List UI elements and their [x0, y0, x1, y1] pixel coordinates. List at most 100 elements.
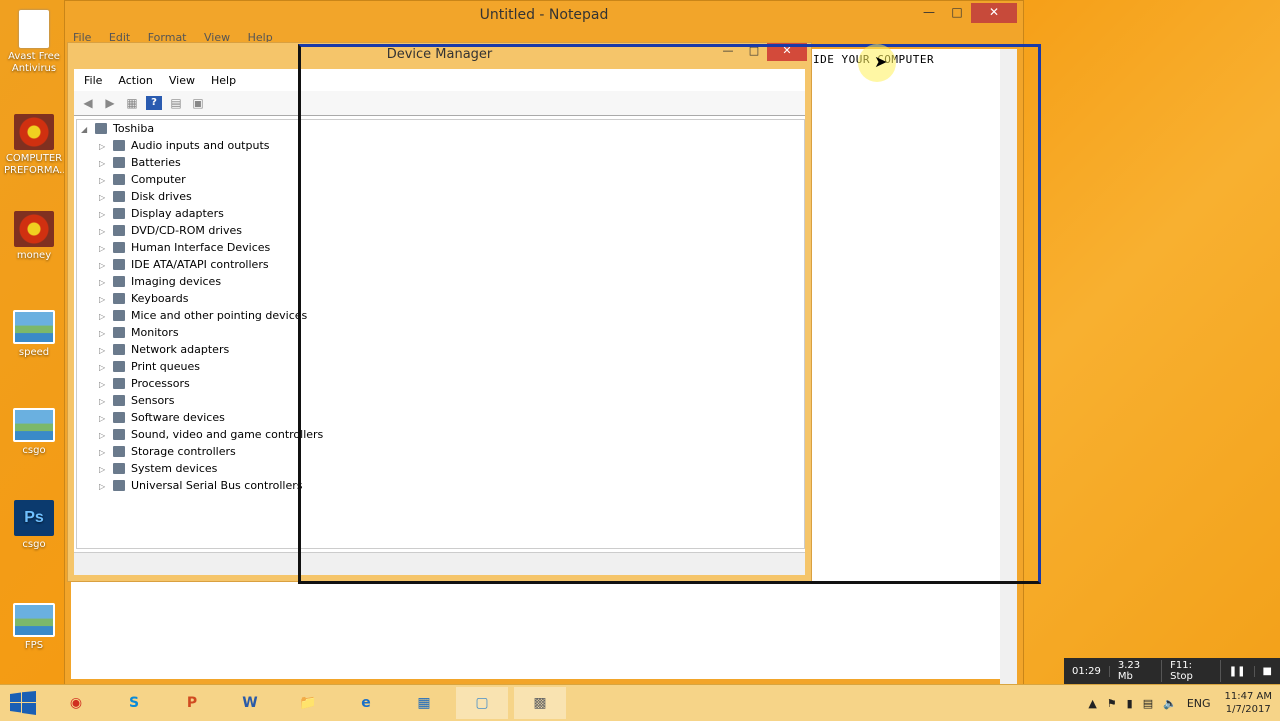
- device-manager-window[interactable]: Device Manager — □ ✕ File Action View He…: [67, 42, 812, 582]
- expand-arrow-icon[interactable]: ▷: [99, 189, 113, 206]
- close-button[interactable]: ✕: [971, 3, 1017, 23]
- device-manager-taskbar-icon[interactable]: ▩: [514, 687, 566, 719]
- skype-icon[interactable]: S: [108, 687, 160, 719]
- scan-hardware-icon[interactable]: ▣: [190, 96, 206, 110]
- tree-root[interactable]: ◢ Toshiba: [81, 120, 154, 137]
- tree-item-disk-drives[interactable]: ▷ Disk drives: [99, 188, 192, 205]
- view-icon[interactable]: ▤: [168, 96, 184, 110]
- expand-arrow-icon[interactable]: ▷: [99, 291, 113, 308]
- expand-arrow-icon[interactable]: ▷: [99, 444, 113, 461]
- tree-item-system-devices[interactable]: ▷ System devices: [99, 460, 217, 477]
- menu-action[interactable]: Action: [118, 74, 152, 87]
- menu-view[interactable]: View: [169, 74, 195, 87]
- tree-item-imaging[interactable]: ▷ Imaging devices: [99, 273, 221, 290]
- processor-icon: [113, 378, 125, 389]
- show-hidden-icons-icon[interactable]: ▲: [1088, 697, 1096, 710]
- expand-arrow-icon[interactable]: ▷: [99, 478, 113, 495]
- desktop-icon-label: FPS: [24, 640, 44, 651]
- tree-item-dvd[interactable]: ▷ DVD/CD-ROM drives: [99, 222, 242, 239]
- tree-item-computer[interactable]: ▷ Computer: [99, 171, 186, 188]
- expand-arrow-icon[interactable]: ▷: [99, 427, 113, 444]
- computer-icon: [95, 123, 107, 134]
- device-tree[interactable]: ◢ Toshiba ▷ Audio inputs and outputs ▷ Batt…: [76, 119, 805, 549]
- properties-icon[interactable]: ▦: [124, 96, 140, 110]
- expand-arrow-icon[interactable]: ▷: [99, 240, 113, 257]
- display-icon: [113, 208, 125, 219]
- minimize-button[interactable]: —: [915, 3, 943, 23]
- desktop-icon-computer-performance[interactable]: COMPUTER PREFORMA...: [4, 114, 69, 177]
- menu-help[interactable]: Help: [211, 74, 236, 87]
- tree-item-display-adapters[interactable]: ▷ Display adapters: [99, 205, 224, 222]
- minimize-button[interactable]: —: [715, 43, 741, 61]
- expand-arrow-icon[interactable]: ▷: [99, 223, 113, 240]
- volume-icon[interactable]: 🔈: [1163, 697, 1177, 710]
- expand-arrow-icon[interactable]: ▷: [99, 257, 113, 274]
- expand-arrow-icon[interactable]: ▷: [99, 393, 113, 410]
- back-arrow-icon[interactable]: ◀: [80, 96, 96, 110]
- battery-tray-icon[interactable]: ▮: [1127, 697, 1133, 710]
- desktop-icon-csgo-psd[interactable]: Ps csgo: [4, 500, 64, 551]
- tree-item-audio[interactable]: ▷ Audio inputs and outputs: [99, 137, 270, 154]
- expand-arrow-icon[interactable]: ▷: [99, 172, 113, 189]
- tree-item-sensors[interactable]: ▷ Sensors: [99, 392, 174, 409]
- pause-icon[interactable]: ❚❚: [1221, 665, 1255, 677]
- expand-arrow-icon[interactable]: ▷: [99, 376, 113, 393]
- expand-arrow-icon[interactable]: ▷: [99, 461, 113, 478]
- notepad-taskbar-icon[interactable]: ▢: [456, 687, 508, 719]
- tree-item-software-devices[interactable]: ▷ Software devices: [99, 409, 225, 426]
- flag-icon[interactable]: ⚑: [1107, 697, 1117, 710]
- chrome-icon[interactable]: ◉: [50, 687, 102, 719]
- maximize-button[interactable]: □: [943, 3, 971, 23]
- internet-explorer-icon[interactable]: e: [340, 687, 392, 719]
- desktop-icon-csgo[interactable]: csgo: [4, 408, 64, 457]
- desktop-icon-avast[interactable]: Avast Free Antivirus: [4, 10, 64, 75]
- camera-icon: [113, 276, 125, 287]
- expand-arrow-icon[interactable]: ▷: [99, 342, 113, 359]
- tree-item-print-queues[interactable]: ▷ Print queues: [99, 358, 200, 375]
- language-indicator[interactable]: ENG: [1187, 697, 1211, 710]
- help-icon[interactable]: ?: [146, 96, 162, 110]
- expand-arrow-icon[interactable]: ▷: [99, 138, 113, 155]
- expand-arrow-icon[interactable]: ▷: [99, 410, 113, 427]
- expand-arrow-icon[interactable]: ▷: [99, 359, 113, 376]
- tree-item-hid[interactable]: ▷ Human Interface Devices: [99, 239, 270, 256]
- desktop-icon-speed[interactable]: speed: [4, 310, 64, 359]
- tree-item-batteries[interactable]: ▷ Batteries: [99, 154, 181, 171]
- tree-item-ide[interactable]: ▷ IDE ATA/ATAPI controllers: [99, 256, 269, 273]
- maximize-button[interactable]: □: [741, 43, 767, 61]
- stop-icon[interactable]: ■: [1255, 666, 1280, 677]
- desktop-icon-money[interactable]: money: [4, 211, 64, 262]
- tree-item-processors[interactable]: ▷ Processors: [99, 375, 190, 392]
- expand-arrow-icon[interactable]: ▷: [99, 206, 113, 223]
- tree-item-label: DVD/CD-ROM drives: [131, 224, 242, 237]
- expand-arrow-icon[interactable]: ▷: [99, 308, 113, 325]
- clock[interactable]: 11:47 AM 1/7/2017: [1225, 690, 1272, 716]
- network-tray-icon[interactable]: ▤: [1143, 697, 1153, 710]
- forward-arrow-icon[interactable]: ▶: [102, 96, 118, 110]
- recording-time: 01:29: [1064, 665, 1110, 677]
- tree-item-network[interactable]: ▷ Network adapters: [99, 341, 229, 358]
- expand-arrow-icon[interactable]: ▷: [99, 155, 113, 172]
- close-button[interactable]: ✕: [767, 43, 807, 61]
- expand-arrow-icon[interactable]: ▷: [99, 274, 113, 291]
- notepad-scrollbar[interactable]: [1000, 49, 1017, 685]
- tree-item-monitors[interactable]: ▷ Monitors: [99, 324, 179, 341]
- expand-arrow-icon[interactable]: ▷: [99, 325, 113, 342]
- menu-file[interactable]: File: [84, 74, 102, 87]
- word-icon[interactable]: W: [224, 687, 276, 719]
- tree-item-usb[interactable]: ▷ Universal Serial Bus controllers: [99, 477, 302, 494]
- tree-item-keyboards[interactable]: ▷ Keyboards: [99, 290, 188, 307]
- snipping-icon[interactable]: ▦: [398, 687, 450, 719]
- tree-item-mice[interactable]: ▷ Mice and other pointing devices: [99, 307, 307, 324]
- notepad-window-controls: — □ ✕: [915, 3, 1017, 23]
- file-explorer-icon[interactable]: 📁: [282, 687, 334, 719]
- tree-item-sound[interactable]: ▷ Sound, video and game controllers: [99, 426, 323, 443]
- desktop-icon-fps[interactable]: FPS: [4, 603, 64, 652]
- windows-start-icon[interactable]: [10, 691, 36, 715]
- stop-recording-button[interactable]: F11: Stop: [1162, 660, 1221, 682]
- collapse-arrow-icon[interactable]: ◢: [81, 121, 95, 138]
- tree-item-storage[interactable]: ▷ Storage controllers: [99, 443, 236, 460]
- powerpoint-icon[interactable]: P: [166, 687, 218, 719]
- status-bar: [74, 552, 805, 575]
- tree-item-label: Universal Serial Bus controllers: [131, 479, 303, 492]
